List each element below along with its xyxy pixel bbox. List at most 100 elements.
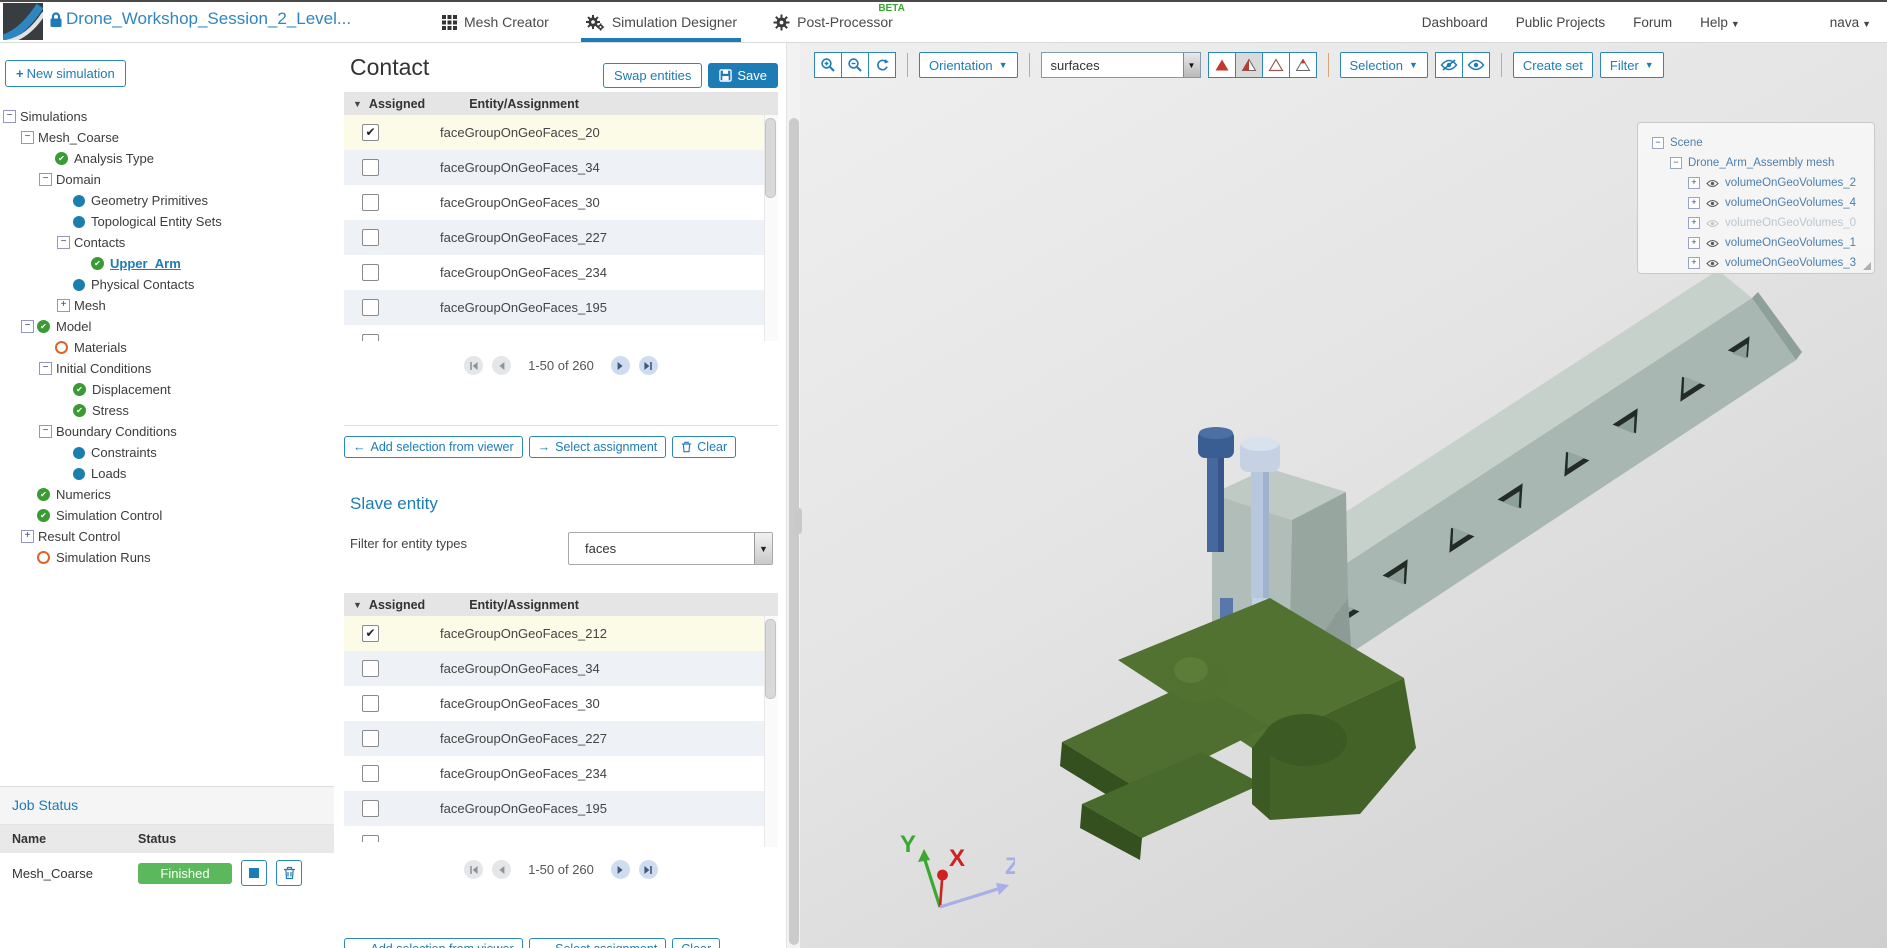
table-row[interactable]: faceGroupOnGeoFaces_195 [344,290,778,325]
tree-item-topological-entity-sets[interactable]: Topological Entity Sets [0,211,334,232]
tree-item-simulations[interactable]: − Simulations [0,106,334,127]
project-title[interactable]: Drone_Workshop_Session_2_Level... [66,9,351,29]
mesh-quality-apex-button[interactable] [1288,52,1317,78]
table-row[interactable]: faceGroupOnGeoFaces_30 [344,185,778,220]
row-checkbox[interactable] [362,660,379,677]
tree-item-loads[interactable]: Loads [0,463,334,484]
nav-public-projects[interactable]: Public Projects [1516,15,1605,30]
nav-help[interactable]: Help ▼ [1700,15,1740,30]
expand-icon[interactable]: + [1688,237,1700,249]
row-checkbox[interactable] [362,695,379,712]
row-checkbox[interactable]: ✔ [362,625,379,642]
tree-item-result-control[interactable]: + Result Control [0,526,334,547]
row-checkbox[interactable] [362,194,379,211]
scene-root[interactable]: − Scene [1646,133,1866,153]
tree-item-numerics[interactable]: ✔ Numerics [0,484,334,505]
eye-icon[interactable] [1706,219,1719,228]
eye-icon[interactable] [1706,179,1719,188]
orientation-dropdown[interactable]: Orientation ▼ [919,52,1018,78]
collapse-icon[interactable]: − [39,362,55,375]
expand-icon[interactable]: + [1688,177,1700,189]
hide-selected-button[interactable] [1434,52,1463,78]
tree-item-contacts[interactable]: − Contacts [0,232,334,253]
row-checkbox[interactable] [362,835,379,842]
row-checkbox[interactable] [362,264,379,281]
tree-item-analysis-type[interactable]: ✔ Analysis Type [0,148,334,169]
table-row[interactable]: faceGroupOnGeoFaces_227 [344,721,778,756]
collapse-icon[interactable]: − [39,425,55,438]
stop-job-button[interactable] [241,860,267,886]
tree-item-constraints[interactable]: Constraints [0,442,334,463]
select-assignment-button[interactable]: →Select assignment [528,436,667,458]
expand-icon[interactable]: + [1688,197,1700,209]
row-checkbox[interactable]: ✔ [362,124,379,141]
zoom-out-button[interactable] [841,52,869,78]
row-checkbox[interactable] [362,334,379,341]
table-row[interactable]: faceGroupOnGeoFaces_195 [344,791,778,826]
tree-item-boundary-conditions[interactable]: − Boundary Conditions [0,421,334,442]
save-button[interactable]: Save [708,63,778,88]
collapse-icon[interactable]: − [1670,157,1682,169]
create-set-button[interactable]: Create set [1512,52,1593,78]
tab-simulation-designer[interactable]: Simulation Designer [580,2,742,42]
assigned-column-header[interactable]: Assigned [369,97,425,111]
mesh-quality-half-button[interactable] [1234,52,1263,78]
resize-handle[interactable] [1863,262,1871,270]
tree-item-initial-conditions[interactable]: − Initial Conditions [0,358,334,379]
next-page-button[interactable] [610,356,630,375]
tree-item-mesh-coarse[interactable]: − Mesh_Coarse [0,127,334,148]
first-page-button[interactable] [464,356,484,375]
table-row[interactable]: faceGroupOnGeoFaces_234 [344,756,778,791]
tree-item-simulation-runs[interactable]: Simulation Runs [0,547,334,568]
scene-volume-volumeongeovolumes-3[interactable]: + volumeOnGeoVolumes_3 [1646,253,1866,273]
table-scrollbar[interactable] [764,115,778,341]
first-page-button[interactable] [464,860,484,879]
select-assignment-button[interactable]: →Select assignment [528,938,667,948]
expand-icon[interactable]: + [1688,257,1700,269]
table-header[interactable]: ▼ Assigned Entity/Assignment [344,92,778,115]
tree-item-mesh[interactable]: + Mesh [0,295,334,316]
row-checkbox[interactable] [362,730,379,747]
mesh-quality-solid-button[interactable] [1207,52,1236,78]
nav-user-menu[interactable]: nava ▼ [1830,15,1871,30]
collapse-icon[interactable]: − [21,131,37,144]
new-simulation-button[interactable]: + New simulation [5,60,126,87]
expand-icon[interactable]: + [1688,217,1700,229]
tree-item-simulation-control[interactable]: ✔ Simulation Control [0,505,334,526]
row-checkbox[interactable] [362,765,379,782]
row-checkbox[interactable] [362,229,379,246]
row-checkbox[interactable] [362,800,379,817]
eye-icon[interactable] [1706,239,1719,248]
prev-page-button[interactable] [492,860,512,879]
tree-item-displacement[interactable]: ✔ Displacement [0,379,334,400]
clear-button[interactable]: Clear [672,436,737,458]
collapse-icon[interactable]: − [39,173,55,186]
nav-forum[interactable]: Forum [1633,15,1672,30]
tree-item-upper-arm[interactable]: ✔ Upper_Arm [0,253,334,274]
row-checkbox[interactable] [362,299,379,316]
collapse-icon[interactable]: − [57,236,73,249]
collapse-icon[interactable]: − [1652,137,1664,149]
table-row[interactable]: faceGroupOnGeoFaces_34 [344,651,778,686]
add-selection-from-viewer-button[interactable]: ←Add selection from viewer [344,938,523,948]
eye-icon[interactable] [1706,199,1719,208]
last-page-button[interactable] [638,356,658,375]
tree-item-stress[interactable]: ✔ Stress [0,400,334,421]
panel-scrollbar[interactable] [786,42,800,948]
collapse-icon[interactable]: − [3,110,19,123]
simscale-logo-icon[interactable] [3,3,43,40]
filter-dropdown[interactable]: Filter ▼ [1599,52,1664,78]
assigned-column-header[interactable]: Assigned [369,598,425,612]
next-page-button[interactable] [610,860,630,879]
clear-button[interactable]: Clear [672,938,721,948]
table-row[interactable]: ✔ faceGroupOnGeoFaces_20 [344,115,778,150]
table-scrollbar[interactable] [764,616,778,847]
table-row[interactable]: faceGroupOnGeoFaces_227 [344,220,778,255]
render-mode-select[interactable]: surfaces ▼ [1040,52,1201,78]
entity-type-select[interactable]: faces ▼ [568,532,773,565]
table-row[interactable]: faceGroupOnGeoFaces_30 [344,686,778,721]
panel-splitter-handle[interactable] [795,508,802,534]
table-row-partial[interactable] [344,826,778,842]
scene-volume-volumeongeovolumes-4[interactable]: + volumeOnGeoVolumes_4 [1646,193,1866,213]
selection-dropdown[interactable]: Selection ▼ [1339,52,1428,78]
